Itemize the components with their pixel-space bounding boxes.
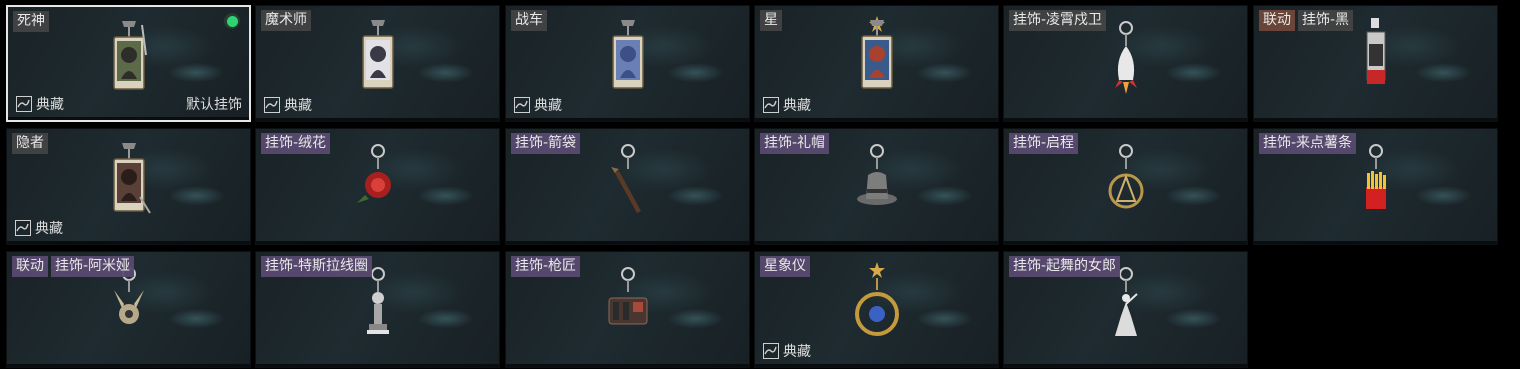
charm-name-tag: 挂饰-启程: [1009, 133, 1079, 154]
charm-name-tag: 挂饰-箭袋: [511, 133, 581, 154]
charm-card[interactable]: 挂饰-箭袋: [505, 128, 750, 245]
charm-card[interactable]: 挂饰-礼帽: [754, 128, 999, 245]
charm-card[interactable]: 挂饰-枪匠: [505, 251, 750, 368]
orrery-charm-icon: [854, 262, 899, 336]
collection-label: 典藏: [284, 98, 312, 114]
charm-name-tag: 联动 挂饰-阿米娅: [12, 256, 135, 277]
charm-card[interactable]: 死神典藏 默认挂饰: [6, 5, 251, 122]
charm-card[interactable]: 挂饰-凌霄戍卫: [1003, 5, 1248, 122]
charm-name-tag: 隐者: [12, 133, 48, 154]
charm-name: 星: [760, 10, 782, 31]
collection-badge: 典藏: [264, 95, 312, 115]
charm-name: 挂饰-礼帽: [760, 133, 830, 154]
death-tarot-card-icon: [112, 21, 147, 90]
charm-card[interactable]: 联动 挂饰-阿米娅: [6, 251, 251, 368]
charm-card[interactable]: 战车典藏: [505, 5, 750, 122]
charm-name-tag: 挂饰-起舞的女郎: [1009, 256, 1121, 277]
top-hat-charm-icon: [856, 144, 897, 205]
velvet-flower-charm-icon: [356, 144, 391, 203]
charm-name-tag: 挂饰-礼帽: [760, 133, 830, 154]
charm-card[interactable]: 挂饰-特斯拉线圈: [255, 251, 500, 368]
charm-name: 挂饰-启程: [1009, 133, 1079, 154]
charm-name: 星象仪: [760, 256, 810, 277]
charm-name: 挂饰-箭袋: [511, 133, 581, 154]
charm-grid: 死神 典藏 默认挂饰 魔术师 典藏 战车 典藏星典藏 挂饰-凌霄戍卫 联动 挂饰-黑 隐者 典藏 挂饰-…: [6, 5, 1500, 368]
quiver-charm-icon: [610, 144, 641, 213]
charm-name-tag: 魔术师: [261, 10, 311, 31]
collection-badge: 典藏: [763, 95, 811, 115]
equipped-indicator-icon: [224, 13, 240, 29]
charm-name: 挂饰-黑: [1298, 10, 1354, 31]
charm-card[interactable]: 星象仪典藏: [754, 251, 999, 368]
magician-tarot-card-icon: [361, 20, 394, 89]
charm-name-tag: 挂饰-特斯拉线圈: [261, 256, 373, 277]
charm-card[interactable]: 挂饰-启程: [1003, 128, 1248, 245]
star-tarot-card-icon: [860, 16, 893, 89]
collection-label: 典藏: [534, 98, 562, 114]
charm-card[interactable]: 联动 挂饰-黑: [1253, 5, 1498, 122]
collab-badge: 联动: [1259, 10, 1295, 31]
charm-card[interactable]: 挂饰-起舞的女郎: [1003, 251, 1248, 368]
charm-name-tag: 挂饰-凌霄戍卫: [1009, 10, 1107, 31]
charm-name: 挂饰-起舞的女郎: [1009, 256, 1121, 277]
charm-name-tag: 挂饰-枪匠: [511, 256, 581, 277]
charm-name-tag: 挂饰-绒花: [261, 133, 331, 154]
charm-name: 隐者: [12, 133, 48, 154]
charm-name: 战车: [511, 10, 547, 31]
collection-icon: [15, 220, 31, 236]
collection-icon: [763, 97, 779, 113]
charm-card[interactable]: 隐者典藏: [6, 128, 251, 245]
collection-icon: [763, 343, 779, 359]
charm-name: 挂饰-来点薯条: [1259, 133, 1357, 154]
charm-card[interactable]: 挂饰-绒花: [255, 128, 500, 245]
collection-badge: 典藏: [763, 341, 811, 361]
charm-name: 魔术师: [261, 10, 311, 31]
charm-card[interactable]: 星典藏: [754, 5, 999, 122]
charm-name: 挂饰-特斯拉线圈: [261, 256, 373, 277]
chariot-tarot-card-icon: [611, 20, 644, 89]
charm-name-tag: 战车: [511, 10, 547, 31]
collab-badge: 联动: [12, 256, 48, 277]
charm-name-tag: 挂饰-来点薯条: [1259, 133, 1357, 154]
charm-name: 挂饰-绒花: [261, 133, 331, 154]
charm-name: 挂饰-凌霄戍卫: [1009, 10, 1107, 31]
gunsmith-kit-charm-icon: [608, 267, 647, 325]
collection-badge: 典藏: [16, 94, 64, 114]
charm-name-tag: 星: [760, 10, 782, 31]
charm-name-tag: 死神: [13, 11, 49, 32]
charm-name: 挂饰-阿米娅: [51, 256, 135, 277]
charm-name-tag: 联动 挂饰-黑: [1259, 10, 1354, 31]
collection-icon: [16, 96, 32, 112]
collection-label: 典藏: [36, 97, 64, 113]
charm-name-tag: 星象仪: [760, 256, 810, 277]
charm-name: 挂饰-枪匠: [511, 256, 581, 277]
collection-icon: [264, 97, 280, 113]
collection-label: 典藏: [783, 344, 811, 360]
charm-card[interactable]: 魔术师典藏: [255, 5, 500, 122]
collection-badge: 典藏: [15, 218, 63, 238]
hermit-tarot-card-icon: [112, 143, 151, 214]
collection-icon: [514, 97, 530, 113]
collection-label: 典藏: [35, 221, 63, 237]
departure-compass-charm-icon: [1108, 144, 1143, 209]
collection-badge: 典藏: [514, 95, 562, 115]
default-charm-label: 默认挂饰: [186, 97, 242, 113]
charm-name: 死神: [13, 11, 49, 32]
charm-card[interactable]: 挂饰-来点薯条: [1253, 128, 1498, 245]
collection-label: 典藏: [783, 98, 811, 114]
